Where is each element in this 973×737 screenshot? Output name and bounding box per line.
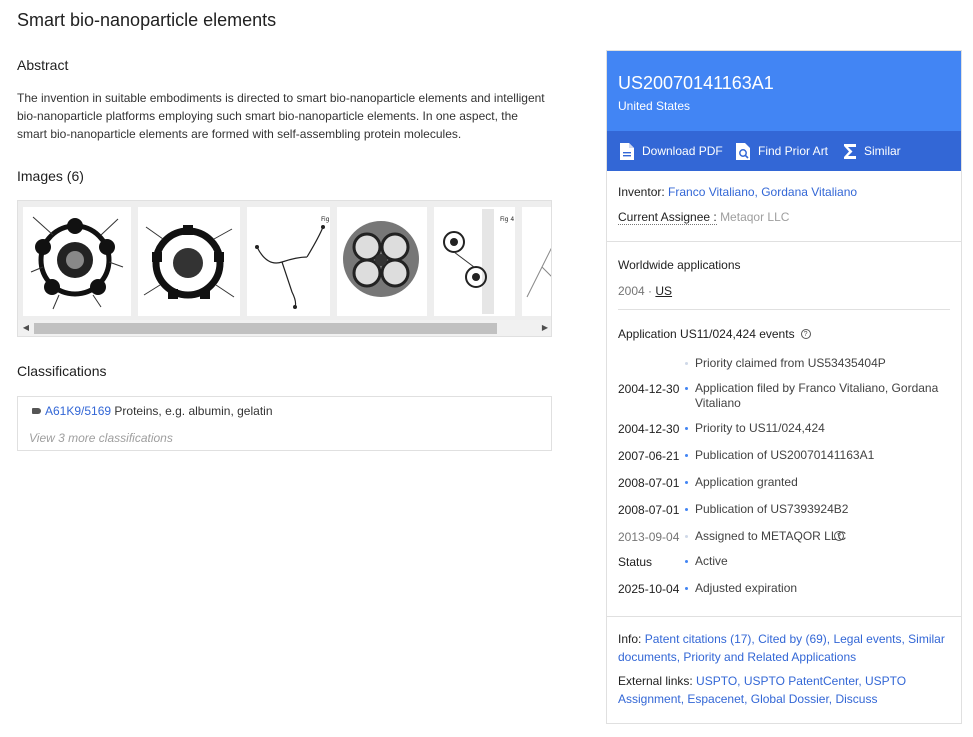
find-prior-art-button[interactable]: Find Prior Art (735, 131, 828, 171)
event-text: Adjusted expiration (695, 581, 798, 595)
inventor-line: Inventor: Franco Vitaliano, Gordana Vita… (618, 185, 858, 199)
abstract-text: The invention in suitable embodiments is… (17, 91, 545, 141)
worldwide-heading: Worldwide applications (618, 258, 741, 272)
external-links: External links: USPTO, USPTO PatentCente… (618, 674, 907, 706)
help-icon[interactable]: ? (834, 531, 844, 541)
divider (607, 616, 961, 617)
assignee-line: Current Assignee : Metaqor LLC (618, 210, 790, 225)
chevron-left-icon[interactable]: ◀ (19, 320, 33, 336)
event-date: 2008-07-01 (618, 476, 680, 490)
event-date: 2007-06-21 (618, 449, 680, 463)
worldwide-applications: 2004 · US (618, 284, 673, 298)
images-heading: Images (6) (17, 168, 84, 184)
event-dot (685, 508, 688, 511)
images-carousel: Fig 2 Fig 4 ◀ ▶ (17, 200, 552, 337)
event-text: Application granted (695, 475, 798, 489)
event-text: Priority claimed from US53435404P (695, 356, 886, 370)
event-text: Application filed by Franco Vitaliano, G… (695, 381, 939, 410)
event-date: 2013-09-04 (618, 530, 680, 544)
download-pdf-button[interactable]: Download PDF (619, 131, 723, 171)
patent-figure-thumbnail[interactable] (138, 207, 240, 316)
patent-figure-thumbnail[interactable]: Fig 2 (247, 207, 330, 316)
worldwide-country-link[interactable]: US (655, 284, 672, 298)
chevron-right-icon[interactable]: ▶ (538, 320, 551, 336)
classification-row: A61K9/5169 Proteins, e.g. albumin, gelat… (32, 404, 273, 418)
event-dot (685, 454, 688, 457)
patent-figure-thumbnail[interactable] (23, 207, 131, 316)
patent-figure-thumbnail[interactable] (337, 207, 427, 316)
publication-country: United States (618, 99, 691, 113)
event-date: 2004-12-30 (618, 382, 680, 396)
event-text: Assigned to METAQOR LLC (695, 529, 847, 543)
tag-icon (32, 408, 41, 414)
event-date: 2025-10-04 (618, 582, 680, 596)
classification-description: Proteins, e.g. albumin, gelatin (114, 404, 273, 418)
sidebar-header: US20070141163A1 United States (607, 51, 961, 131)
divider (607, 241, 961, 242)
classifications-heading: Classifications (17, 363, 107, 379)
event-date: 2008-07-01 (618, 503, 680, 517)
patent-figure-thumbnail[interactable] (522, 207, 551, 316)
event-date: Status (618, 555, 653, 569)
event-dot (685, 362, 688, 365)
info-link-list[interactable]: Patent citations (17), Cited by (69), Le… (618, 632, 945, 664)
event-text: Publication of US7393924B2 (695, 502, 849, 516)
event-dot (685, 481, 688, 484)
svg-text:Fig 2: Fig 2 (321, 216, 330, 223)
event-dot (685, 535, 688, 538)
sigma-icon (844, 143, 856, 159)
event-dot (685, 560, 688, 563)
help-icon[interactable]: ? (800, 329, 811, 339)
event-date: 2004-12-30 (618, 422, 680, 436)
classifications-box: A61K9/5169 Proteins, e.g. albumin, gelat… (17, 396, 552, 451)
scroll-thumb[interactable] (34, 323, 497, 334)
search-doc-icon (736, 142, 750, 160)
abstract-heading: Abstract (17, 57, 69, 73)
similar-button[interactable]: Similar (843, 131, 901, 171)
sidebar-actions: Download PDF Find Prior Art Similar (607, 131, 961, 171)
event-text: Active (695, 554, 728, 568)
assignee-name: Metaqor LLC (720, 210, 790, 224)
events-heading: Application US11/024,424 events ? (618, 327, 811, 341)
divider (618, 309, 950, 310)
patent-sidebar: US20070141163A1 United States Download P… (606, 50, 962, 724)
info-links: Info: Patent citations (17), Cited by (6… (618, 632, 945, 664)
classification-code-link[interactable]: A61K9/5169 (45, 404, 111, 418)
svg-text:Fig 4: Fig 4 (500, 216, 514, 223)
event-dot (685, 387, 688, 390)
pdf-icon (620, 142, 634, 160)
patent-figure-thumbnail[interactable]: Fig 4 (434, 207, 515, 316)
inventor-links[interactable]: Franco Vitaliano, Gordana Vitaliano (668, 185, 857, 199)
view-more-classifications[interactable]: View 3 more classifications (29, 431, 173, 445)
event-dot (685, 427, 688, 430)
event-dot (685, 587, 688, 590)
publication-number: US20070141163A1 (618, 73, 774, 93)
event-text: Priority to US11/024,424 (695, 421, 825, 435)
event-text: Publication of US20070141163A1 (695, 448, 875, 462)
page-title: Smart bio-nanoparticle elements (17, 10, 277, 30)
images-scrollbar[interactable]: ◀ ▶ (18, 320, 551, 336)
